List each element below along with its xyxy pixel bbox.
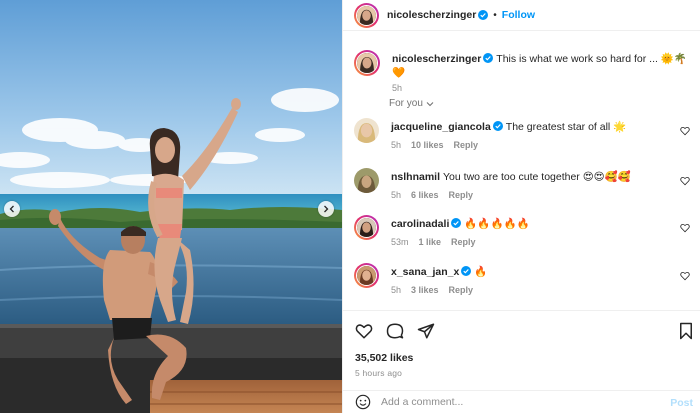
verified-badge-icon	[492, 121, 503, 131]
heart-icon[interactable]	[680, 126, 690, 136]
heart-icon[interactable]	[680, 176, 690, 186]
reply-button[interactable]: Reply	[449, 285, 474, 295]
previous-image-button[interactable]	[4, 201, 20, 217]
chevron-right-icon	[324, 205, 329, 213]
post-time: 5 hours ago	[355, 368, 403, 378]
chevron-left-icon	[9, 205, 14, 213]
comment-likes[interactable]: 6 likes	[411, 190, 439, 200]
actions-divider	[343, 310, 700, 311]
share-button[interactable]	[417, 322, 435, 340]
post-caption: nicolescherzinger This is what we work so…	[354, 50, 700, 93]
verified-badge-icon	[461, 266, 472, 276]
comment-item: x_sana_jan_x 🔥 5h 3 likes Reply	[354, 263, 694, 295]
save-button[interactable]	[677, 322, 695, 340]
heart-icon	[355, 324, 373, 339]
comment-time: 53m	[391, 237, 409, 247]
add-comment-bar: Post	[343, 390, 700, 413]
commenter-username[interactable]: carolinadali	[391, 218, 449, 230]
comment-item: carolinadali 🔥🔥🔥🔥🔥 53m 1 like Reply	[354, 215, 694, 247]
commenter-avatar[interactable]	[354, 168, 379, 193]
comments-filter-label: For you	[389, 98, 423, 109]
author-username[interactable]: nicolescherzinger	[387, 9, 476, 21]
comment-text: The greatest star of all 🌟	[505, 121, 627, 133]
commenter-username[interactable]: x_sana_jan_x	[391, 266, 459, 278]
comment-time: 5h	[391, 140, 402, 150]
heart-icon[interactable]	[680, 223, 690, 233]
commenter-avatar[interactable]	[354, 263, 379, 288]
comment-item: jacqueline_giancola The greatest star of …	[354, 118, 694, 150]
verified-badge-icon	[478, 10, 489, 20]
like-button[interactable]	[355, 322, 373, 340]
instagram-post: nicolescherzinger • Follow nicolescherzi…	[0, 0, 700, 413]
post-header: nicolescherzinger • Follow	[343, 0, 700, 31]
smiley-icon[interactable]	[355, 394, 371, 410]
commenter-avatar[interactable]	[354, 118, 379, 143]
verified-badge-icon	[451, 218, 462, 228]
reply-button[interactable]: Reply	[454, 140, 479, 150]
follow-button[interactable]: Follow	[502, 9, 535, 21]
chevron-down-icon	[426, 101, 434, 106]
comment-time: 5h	[391, 285, 402, 295]
caption-time: 5h	[392, 83, 403, 93]
header-separator: •	[493, 9, 497, 21]
next-image-button[interactable]	[318, 201, 334, 217]
reply-button[interactable]: Reply	[449, 190, 474, 200]
comment-time: 5h	[391, 190, 402, 200]
commenter-username[interactable]: nslhnamil	[391, 171, 440, 183]
comment-button[interactable]	[386, 322, 404, 340]
post-photo[interactable]	[0, 0, 342, 413]
comment-item: nslhnamil You two are too cute together 😍…	[354, 168, 694, 200]
likes-count[interactable]: 35,502 likes	[355, 352, 413, 364]
bookmark-icon	[680, 322, 692, 340]
comment-text: 🔥🔥🔥🔥🔥	[464, 218, 530, 230]
caption-author-avatar[interactable]	[354, 50, 380, 76]
post-actions	[355, 322, 435, 340]
comment-likes[interactable]: 3 likes	[411, 285, 439, 295]
comment-likes[interactable]: 10 likes	[411, 140, 444, 150]
share-icon	[417, 323, 435, 339]
author-avatar[interactable]	[354, 2, 379, 28]
post-comment-button[interactable]: Post	[670, 397, 693, 409]
commenter-username[interactable]: jacqueline_giancola	[391, 121, 491, 133]
caption-username[interactable]: nicolescherzinger	[392, 53, 481, 65]
commenter-avatar[interactable]	[354, 215, 379, 240]
verified-badge-icon	[483, 53, 494, 63]
beach-scene-image	[0, 0, 342, 413]
comment-input[interactable]	[381, 396, 651, 408]
reply-button[interactable]: Reply	[451, 237, 476, 247]
comment-text: You two are too cute together 😍😍🥰🥰	[443, 171, 631, 183]
comment-icon	[386, 323, 404, 339]
comments-filter-dropdown[interactable]: For you	[389, 98, 434, 109]
post-side-panel: nicolescherzinger • Follow nicolescherzi…	[342, 0, 700, 413]
heart-icon[interactable]	[680, 271, 690, 281]
comment-likes[interactable]: 1 like	[419, 237, 442, 247]
comment-text: 🔥	[474, 266, 488, 278]
